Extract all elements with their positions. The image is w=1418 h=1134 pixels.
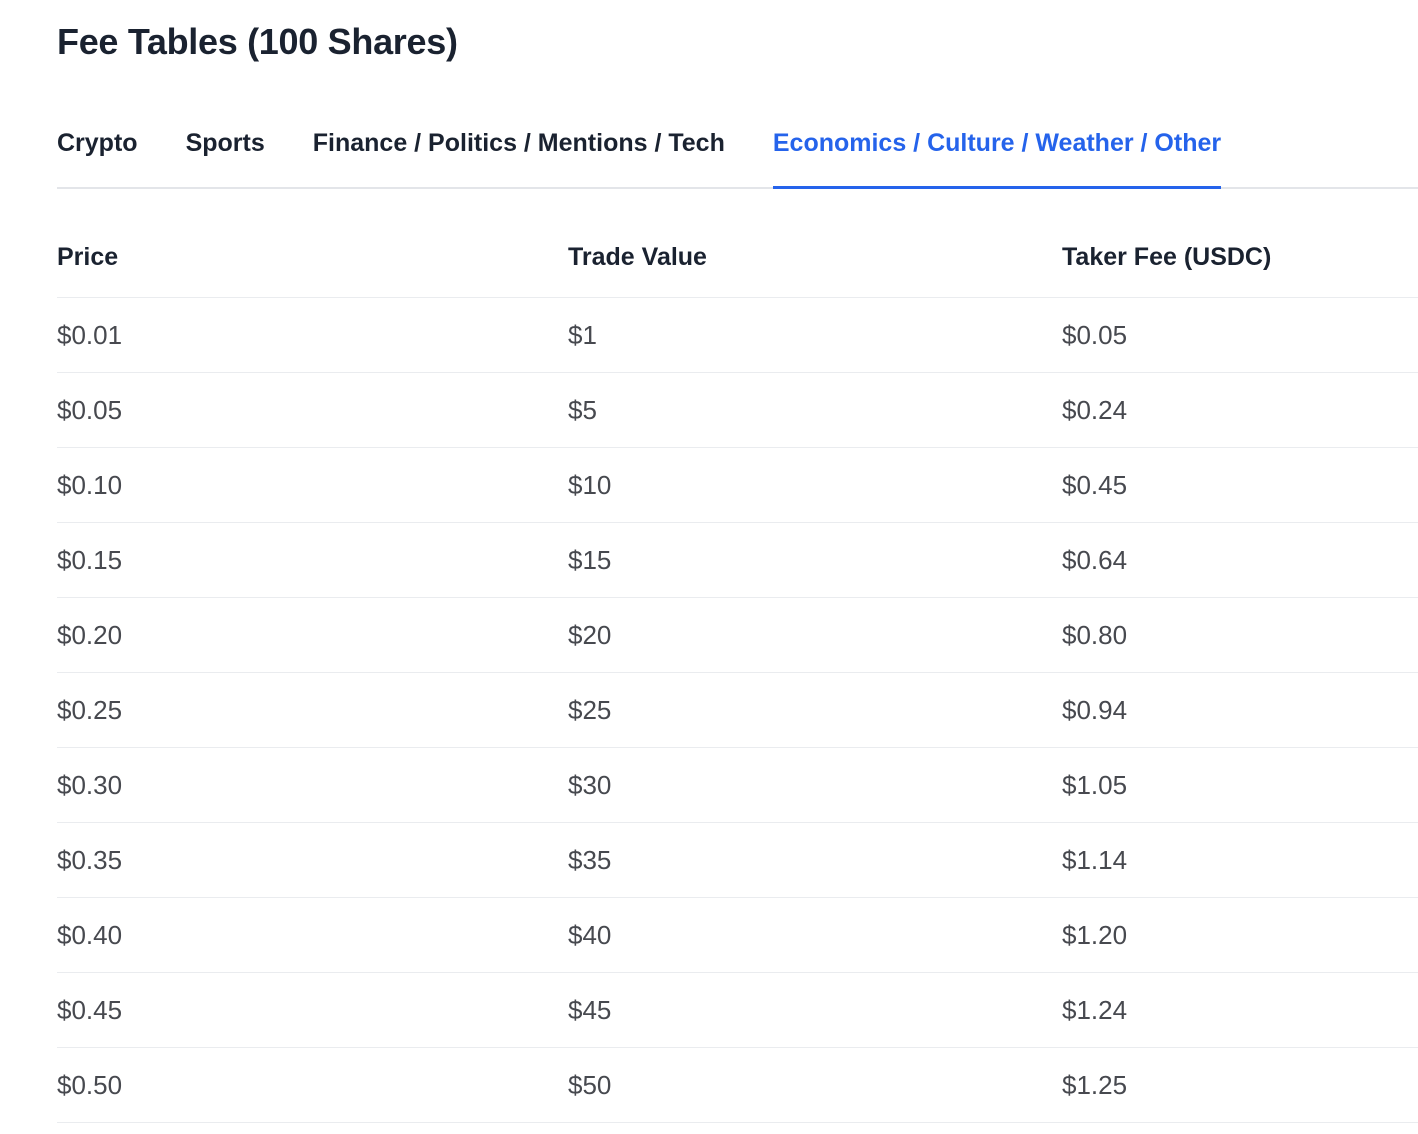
cell-price: $0.20 <box>57 619 568 651</box>
cell-trade-value: $45 <box>568 994 1062 1026</box>
cell-taker-fee: $1.24 <box>1062 994 1418 1026</box>
cell-taker-fee: $1.14 <box>1062 844 1418 876</box>
cell-taker-fee: $1.20 <box>1062 919 1418 951</box>
cell-price: $0.10 <box>57 469 568 501</box>
cell-price: $0.45 <box>57 994 568 1026</box>
cell-taker-fee: $0.45 <box>1062 469 1418 501</box>
cell-trade-value: $1 <box>568 319 1062 351</box>
cell-taker-fee: $0.24 <box>1062 394 1418 426</box>
fee-table-body: $0.01$1$0.05$0.05$5$0.24$0.10$10$0.45$0.… <box>57 298 1418 1123</box>
page-title: Fee Tables (100 Shares) <box>57 20 1361 64</box>
table-row: $0.45$45$1.24 <box>57 973 1418 1048</box>
cell-taker-fee: $0.80 <box>1062 619 1418 651</box>
cell-trade-value: $20 <box>568 619 1062 651</box>
table-row: $0.30$30$1.05 <box>57 748 1418 823</box>
table-row: $0.05$5$0.24 <box>57 373 1418 448</box>
table-row: $0.01$1$0.05 <box>57 298 1418 373</box>
column-header-trade-value: Trade Value <box>568 241 1062 273</box>
column-header-taker-fee-usdc: Taker Fee (USDC) <box>1062 241 1418 273</box>
cell-price: $0.35 <box>57 844 568 876</box>
cell-trade-value: $50 <box>568 1069 1062 1101</box>
table-row: $0.35$35$1.14 <box>57 823 1418 898</box>
table-row: $0.40$40$1.20 <box>57 898 1418 973</box>
tab-economics-culture-weather-other[interactable]: Economics / Culture / Weather / Other <box>773 127 1221 187</box>
table-row: $0.15$15$0.64 <box>57 523 1418 598</box>
fee-table: PriceTrade ValueTaker Fee (USDC) $0.01$1… <box>57 189 1418 1123</box>
cell-price: $0.50 <box>57 1069 568 1101</box>
tab-bar: Crypto Sports Finance / Politics / Mention… <box>57 127 1418 189</box>
cell-price: $0.01 <box>57 319 568 351</box>
table-row: $0.20$20$0.80 <box>57 598 1418 673</box>
cell-taker-fee: $0.94 <box>1062 694 1418 726</box>
cell-trade-value: $35 <box>568 844 1062 876</box>
cell-taker-fee: $1.25 <box>1062 1069 1418 1101</box>
cell-taker-fee: $1.05 <box>1062 769 1418 801</box>
tab-crypto[interactable]: Crypto <box>57 127 138 187</box>
table-row: $0.50$50$1.25 <box>57 1048 1418 1123</box>
tab-sports[interactable]: Sports <box>186 127 265 187</box>
cell-trade-value: $40 <box>568 919 1062 951</box>
fee-table-header-row: PriceTrade ValueTaker Fee (USDC) <box>57 189 1418 298</box>
cell-trade-value: $30 <box>568 769 1062 801</box>
table-row: $0.10$10$0.45 <box>57 448 1418 523</box>
cell-trade-value: $5 <box>568 394 1062 426</box>
cell-trade-value: $10 <box>568 469 1062 501</box>
fee-tables-page: Fee Tables (100 Shares) Crypto Sports Fina… <box>0 20 1418 1123</box>
cell-taker-fee: $0.64 <box>1062 544 1418 576</box>
cell-price: $0.30 <box>57 769 568 801</box>
cell-price: $0.25 <box>57 694 568 726</box>
cell-price: $0.40 <box>57 919 568 951</box>
tab-finance-politics-mentions-tech[interactable]: Finance / Politics / Mentions / Tech <box>313 127 725 187</box>
cell-trade-value: $25 <box>568 694 1062 726</box>
cell-price: $0.05 <box>57 394 568 426</box>
table-row: $0.25$25$0.94 <box>57 673 1418 748</box>
cell-trade-value: $15 <box>568 544 1062 576</box>
cell-price: $0.15 <box>57 544 568 576</box>
column-header-price: Price <box>57 241 568 273</box>
cell-taker-fee: $0.05 <box>1062 319 1418 351</box>
